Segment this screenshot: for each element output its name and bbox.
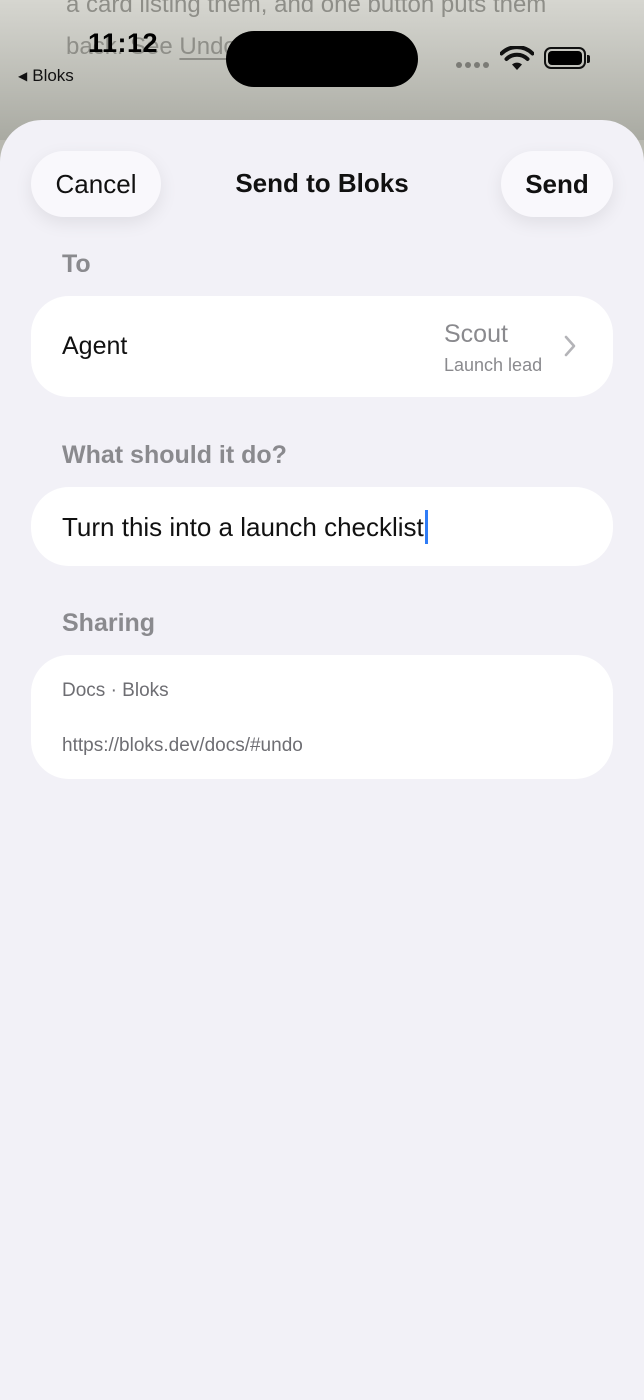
back-triangle-icon: ◀ [18,69,28,83]
shared-page-url: https://bloks.dev/docs/#undo [62,735,303,756]
chevron-right-icon [564,335,576,357]
shared-page-title: Docs · Bloks [62,680,169,701]
task-input-text: Turn this into a launch checklist [62,510,428,544]
text-caret [424,510,428,544]
send-button[interactable]: Send [501,151,613,217]
back-app-label: Bloks [32,66,74,85]
agent-field-label: Agent [62,332,128,360]
cellular-signal-icon [456,62,489,68]
battery-icon [544,47,590,69]
background-text-line-1: a card listing them, and one button puts… [66,0,547,18]
share-sheet: Cancel Send to Bloks Send To Agent Scout… [0,120,644,1400]
agent-selection: Scout Launch lead [444,320,542,376]
status-time: 11:12 [88,28,159,58]
to-section-label: To [62,250,91,278]
sharing-preview-card: Docs · Bloks https://bloks.dev/docs/#und… [31,655,613,779]
agent-picker-row[interactable]: Agent Scout Launch lead [31,296,613,397]
task-input-value: Turn this into a launch checklist [62,511,424,542]
wifi-icon [500,46,534,70]
dynamic-island [226,31,418,87]
task-section-label: What should it do? [62,441,287,469]
back-to-app-link[interactable]: ◀ Bloks [18,66,74,86]
sharing-section-label: Sharing [62,609,156,637]
agent-role: Launch lead [444,355,543,375]
task-input[interactable]: Turn this into a launch checklist [31,487,613,566]
agent-name: Scout [444,320,508,348]
